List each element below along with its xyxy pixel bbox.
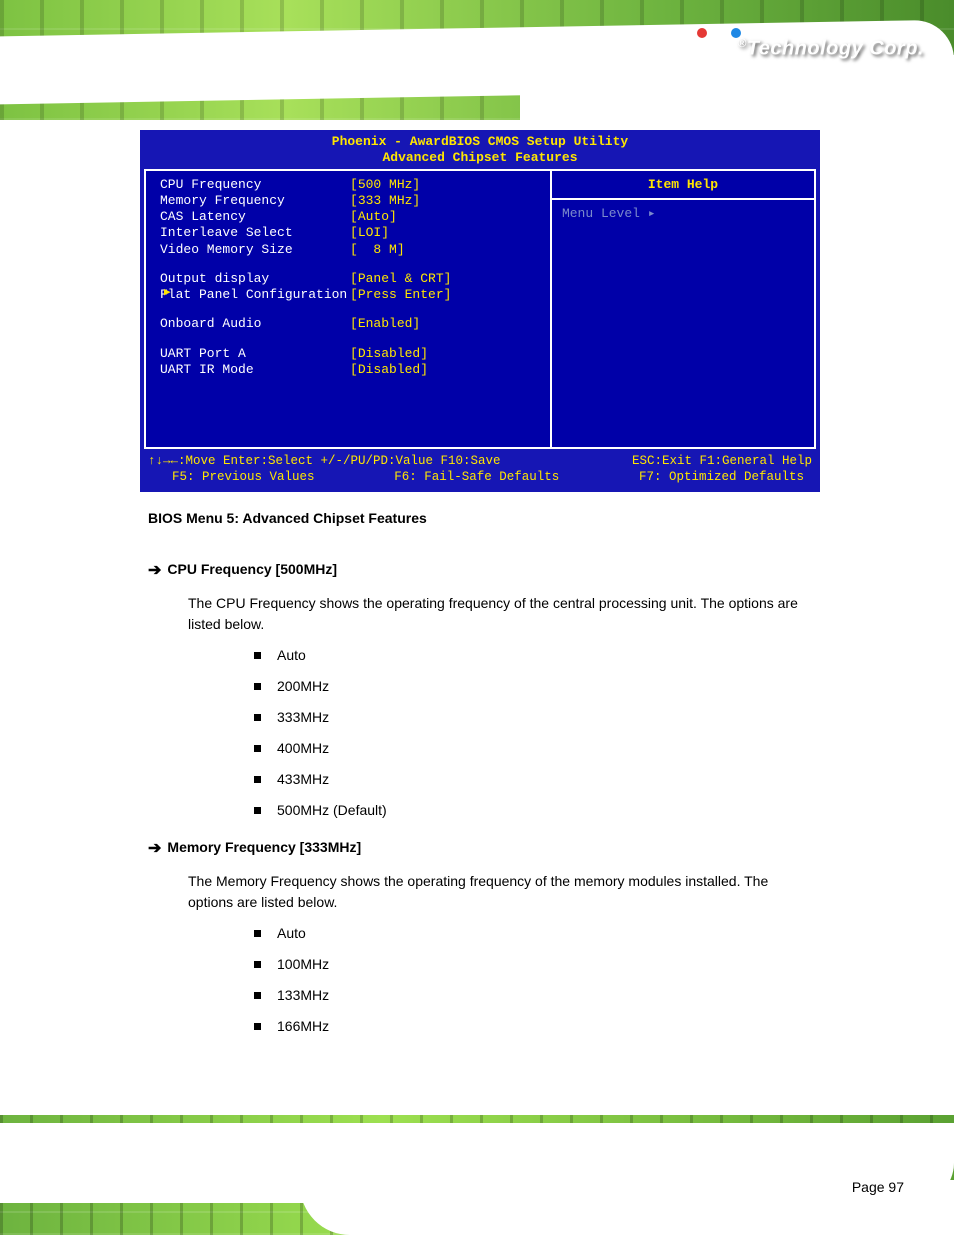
list-item: 433MHz (254, 769, 808, 790)
bios-footer-f7: F7: Optimized Defaults (639, 469, 804, 486)
list-item: 500MHz (Default) (254, 800, 808, 821)
cpu-frequency-options: Auto 200MHz 333MHz 400MHz 433MHz 500MHz … (254, 645, 808, 821)
bullet-icon (254, 714, 261, 721)
bullet-icon (254, 683, 261, 690)
memory-frequency-options: Auto 100MHz 133MHz 166MHz (254, 923, 808, 1037)
logo-dot-red (697, 28, 707, 38)
bios-title-line2: Advanced Chipset Features (142, 150, 818, 166)
bullet-icon (254, 652, 261, 659)
brand-text: Technology Corp. (747, 37, 924, 59)
memory-frequency-heading: ➔ Memory Frequency [333MHz] (148, 837, 808, 861)
cpu-frequency-heading: ➔ CPU Frequency [500MHz] (148, 559, 808, 583)
bios-footer-f6: F6: Fail-Safe Defaults (394, 469, 559, 486)
bios-help-title: Item Help (552, 171, 814, 200)
bios-row-flat-panel-config[interactable]: ▶ Flat Panel Configuration [Press Enter] (160, 287, 540, 303)
cpu-frequency-desc: The CPU Frequency shows the operating fr… (188, 593, 808, 635)
list-item: 100MHz (254, 954, 808, 975)
bios-footer-f5: F5: Previous Values (172, 469, 315, 486)
bullet-icon (254, 930, 261, 937)
bios-row-video-memory-size[interactable]: Video Memory Size [ 8 M] (160, 242, 540, 258)
list-item: Auto (254, 923, 808, 944)
bios-row-uart-port-a[interactable]: UART Port A [Disabled] (160, 346, 540, 362)
bullet-icon (254, 992, 261, 999)
bios-row-memory-frequency[interactable]: Memory Frequency [333 MHz] (160, 193, 540, 209)
bios-row-uart-ir-mode[interactable]: UART IR Mode [Disabled] (160, 362, 540, 378)
bullet-icon (254, 1023, 261, 1030)
page-number: Page 97 (852, 1179, 904, 1195)
document-body: BIOS Menu 5: Advanced Chipset Features ➔… (148, 508, 808, 1047)
bios-title-line1: Phoenix - AwardBIOS CMOS Setup Utility (142, 134, 818, 150)
arrow-icon: ➔ (148, 559, 161, 583)
list-item: 400MHz (254, 738, 808, 759)
bios-screenshot: Phoenix - AwardBIOS CMOS Setup Utility A… (140, 130, 820, 492)
bios-row-output-display[interactable]: Output display [Panel & CRT] (160, 271, 540, 287)
bios-row-onboard-audio[interactable]: Onboard Audio [Enabled] (160, 316, 540, 332)
logo-bar-1 (699, 38, 707, 66)
logo-bar-2 (711, 30, 719, 66)
logo-bar-3 (723, 44, 731, 66)
bios-settings-panel: CPU Frequency [500 MHz] Memory Frequency… (146, 171, 552, 447)
list-item: Auto (254, 645, 808, 666)
submenu-caret-icon: ▶ (164, 287, 171, 301)
bios-row-interleave-select[interactable]: Interleave Select [LOI] (160, 225, 540, 241)
list-item: 133MHz (254, 985, 808, 1006)
bios-row-cas-latency[interactable]: CAS Latency [Auto] (160, 209, 540, 225)
bullet-icon (254, 961, 261, 968)
memory-frequency-desc: The Memory Frequency shows the operating… (188, 871, 808, 913)
bios-row-cpu-frequency[interactable]: CPU Frequency [500 MHz] (160, 177, 540, 193)
bios-help-panel: Item Help Menu Level ▸ (552, 171, 814, 447)
list-item: 200MHz (254, 676, 808, 697)
figure-caption: BIOS Menu 5: Advanced Chipset Features (148, 508, 808, 529)
logo-registered: ® (737, 36, 746, 50)
bios-footer-right: ESC:Exit F1:General Help (632, 453, 812, 470)
brand-logo: ®Technology Corp. (699, 30, 924, 66)
bios-help-body: Menu Level ▸ (562, 206, 656, 221)
bios-footer-left: ↑↓→←:Move Enter:Select +/-/PU/PD:Value F… (148, 453, 501, 470)
bullet-icon (254, 745, 261, 752)
list-item: 166MHz (254, 1016, 808, 1037)
bullet-icon (254, 776, 261, 783)
arrow-icon: ➔ (148, 837, 161, 861)
bios-footer-keys: ↑↓→←:Move Enter:Select +/-/PU/PD:Value F… (142, 451, 818, 491)
bullet-icon (254, 807, 261, 814)
list-item: 333MHz (254, 707, 808, 728)
